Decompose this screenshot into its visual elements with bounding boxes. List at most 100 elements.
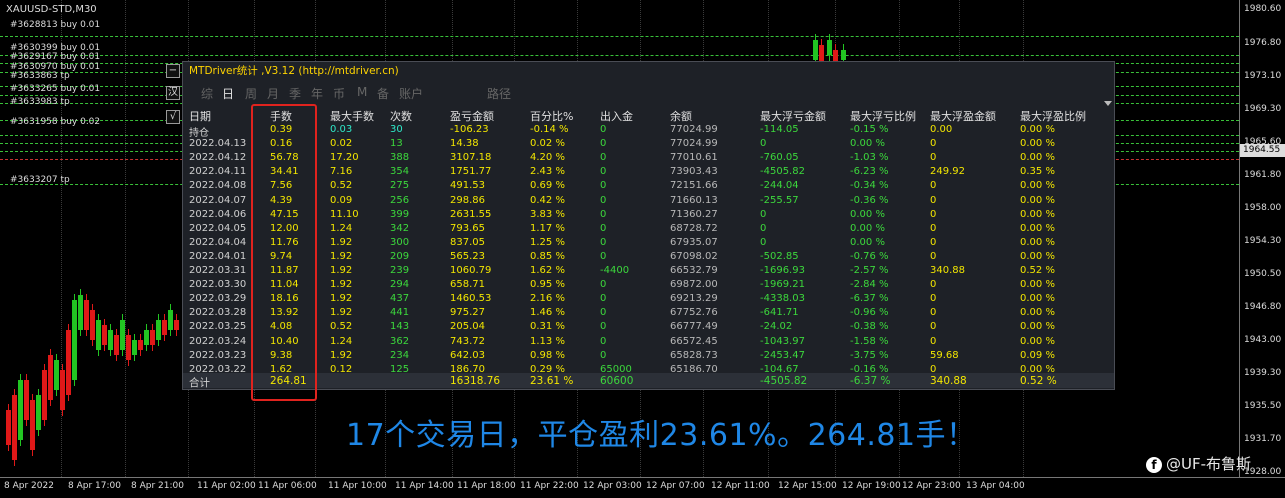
cell-percent: 0.98 %: [530, 349, 565, 361]
cell-deposit: 0: [600, 321, 607, 333]
cell-count: 354: [390, 166, 410, 178]
cell-max-float-loss-pct: -0.15 %: [850, 124, 889, 135]
cell-deposit: 0: [600, 293, 607, 305]
cell-count: 300: [390, 236, 410, 248]
cell-max-float-profit: 249.92: [930, 166, 965, 178]
cell-deposit: 0: [600, 222, 607, 234]
cell-count: 239: [390, 265, 410, 276]
cell-max-float-profit: 0: [930, 279, 937, 291]
cell-max-float-profit: 0: [930, 222, 937, 234]
watermark-text: @UF-布鲁斯: [1166, 455, 1252, 473]
cell-max-float-profit-pct: 0.52 %: [1020, 265, 1055, 276]
tab-quarter[interactable]: 季: [289, 85, 301, 102]
cell-balance: 71660.13: [670, 194, 718, 206]
tab-note[interactable]: 备: [377, 85, 389, 102]
candle-body: [66, 330, 71, 395]
cell-max-float-loss-pct: -0.38 %: [850, 321, 889, 333]
cell-pnl: 491.53: [450, 180, 485, 192]
cell-deposit: -4400: [600, 265, 630, 276]
cell-max-float-profit-pct: 0.00 %: [1020, 124, 1055, 135]
cell-percent: 0.02 %: [530, 138, 565, 150]
candle-body: [114, 335, 119, 355]
tab-path[interactable]: 路径: [487, 85, 511, 102]
candle-body: [60, 370, 65, 410]
col-percent: 百分比%: [530, 110, 574, 123]
cell-max-float-loss: -4338.03: [760, 293, 805, 305]
cell-balance: 73903.43: [670, 166, 718, 178]
tab-month[interactable]: 月: [267, 85, 279, 102]
cell-date: 2022.03.23: [189, 349, 247, 361]
cell-max-float-loss-pct: -1.03 %: [850, 152, 889, 164]
cell-max-float-loss-pct: -6.37 %: [850, 293, 889, 305]
cell-percent: 1.25 %: [530, 236, 565, 248]
table-row: 2022.04.05 12.00 1.24 342 793.65 1.17 % 0 68728…: [189, 222, 1109, 236]
cell-pnl: 793.65: [450, 222, 485, 234]
tab-magic[interactable]: M: [357, 85, 367, 99]
language-button[interactable]: 汉: [166, 86, 180, 100]
cell-deposit: 0: [600, 208, 607, 220]
tab-account[interactable]: 账户: [399, 85, 423, 102]
cell-max-float-loss-pct: 0.00 %: [850, 138, 885, 150]
cell-max-float-loss: -760.05: [760, 152, 799, 164]
order-label: #3633207 tp: [10, 175, 70, 185]
cell-max-float-loss-pct: -6.23 %: [850, 166, 889, 178]
tab-summary[interactable]: 综: [201, 85, 213, 102]
cell-date: 2022.04.08: [189, 180, 247, 192]
order-label: #3633983 tp: [10, 97, 70, 107]
cell-percent: 0.69 %: [530, 180, 565, 192]
price-tick: 1943.00: [1244, 335, 1282, 345]
col-deposit: 出入金: [600, 110, 633, 123]
time-tick: 11 Apr 10:00: [328, 481, 387, 491]
price-tick: 1976.80: [1244, 38, 1282, 48]
cell-max-float-loss: -1696.93: [760, 265, 805, 276]
cell-balance: 69872.00: [670, 279, 718, 291]
cell-pnl: 3107.18: [450, 152, 492, 164]
candle-body: [78, 295, 83, 330]
cell-deposit: 0: [600, 166, 607, 178]
cell-max-float-profit-pct: 0.00 %: [1020, 321, 1055, 333]
cell-pnl: 205.04: [450, 321, 485, 333]
tab-year[interactable]: 年: [311, 85, 323, 102]
cell-date: 2022.03.28: [189, 307, 247, 319]
panel-title: MTDriver统计 ,V3.12 (http://mtdriver.cn): [183, 62, 1114, 81]
tab-week[interactable]: 周: [245, 85, 257, 102]
cell-balance: 69213.29: [670, 293, 718, 305]
cell-date: 2022.04.04: [189, 236, 247, 248]
total-row: 合计 264.81 16318.76 23.61 % 60600 -4505.82 -6.3…: [183, 373, 1114, 389]
table-row: 2022.03.24 10.40 1.24 362 743.72 1.13 % 0 66572…: [189, 335, 1109, 349]
time-tick: 11 Apr 22:00: [520, 481, 579, 491]
cell-max-lots: 0.52: [330, 180, 353, 192]
cell-max-float-profit: 0: [930, 293, 937, 305]
cell-max-float-loss-pct: -0.76 %: [850, 250, 889, 262]
tab-day[interactable]: 日: [222, 85, 234, 102]
cell-max-lots: 0.02: [330, 138, 353, 150]
cell-count: 342: [390, 222, 410, 234]
collapse-button[interactable]: −: [166, 64, 180, 78]
cell-max-float-loss-pct: -3.75 %: [850, 349, 889, 361]
cell-date: 2022.03.29: [189, 293, 247, 305]
time-tick: 12 Apr 23:00: [902, 481, 961, 491]
cell-pnl: 658.71: [450, 279, 485, 291]
cell-pnl: 1060.79: [450, 265, 492, 276]
candle-body: [126, 335, 131, 360]
candle-body: [36, 395, 41, 430]
cell-max-float-profit-pct: 0.00 %: [1020, 236, 1055, 248]
order-label: #3633265 buy 0.01: [10, 84, 101, 94]
lots-highlight-box: [251, 104, 317, 401]
cell-count: 275: [390, 180, 410, 192]
price-tick: 1954.30: [1244, 236, 1282, 246]
cell-max-float-loss: 0: [760, 236, 767, 248]
table-row: 2022.03.23 9.38 1.92 234 642.03 0.98 % 0 65828.…: [189, 349, 1109, 363]
candle-body: [144, 330, 149, 345]
cell-max-float-profit-pct: 0.00 %: [1020, 222, 1055, 234]
candle-body: [6, 410, 11, 445]
cell-max-float-loss-pct: 0.00 %: [850, 208, 885, 220]
scroll-down-icon[interactable]: [1104, 101, 1112, 106]
check-button[interactable]: √: [166, 110, 180, 124]
cell-max-float-loss: 0: [760, 208, 767, 220]
cell-pnl: 642.03: [450, 349, 485, 361]
cell-deposit: 0: [600, 124, 607, 135]
table-row: 2022.04.12 56.78 17.20 388 3107.18 4.20 % 0 770…: [189, 151, 1109, 165]
tab-currency[interactable]: 币: [333, 85, 345, 102]
candle-body: [102, 325, 107, 345]
